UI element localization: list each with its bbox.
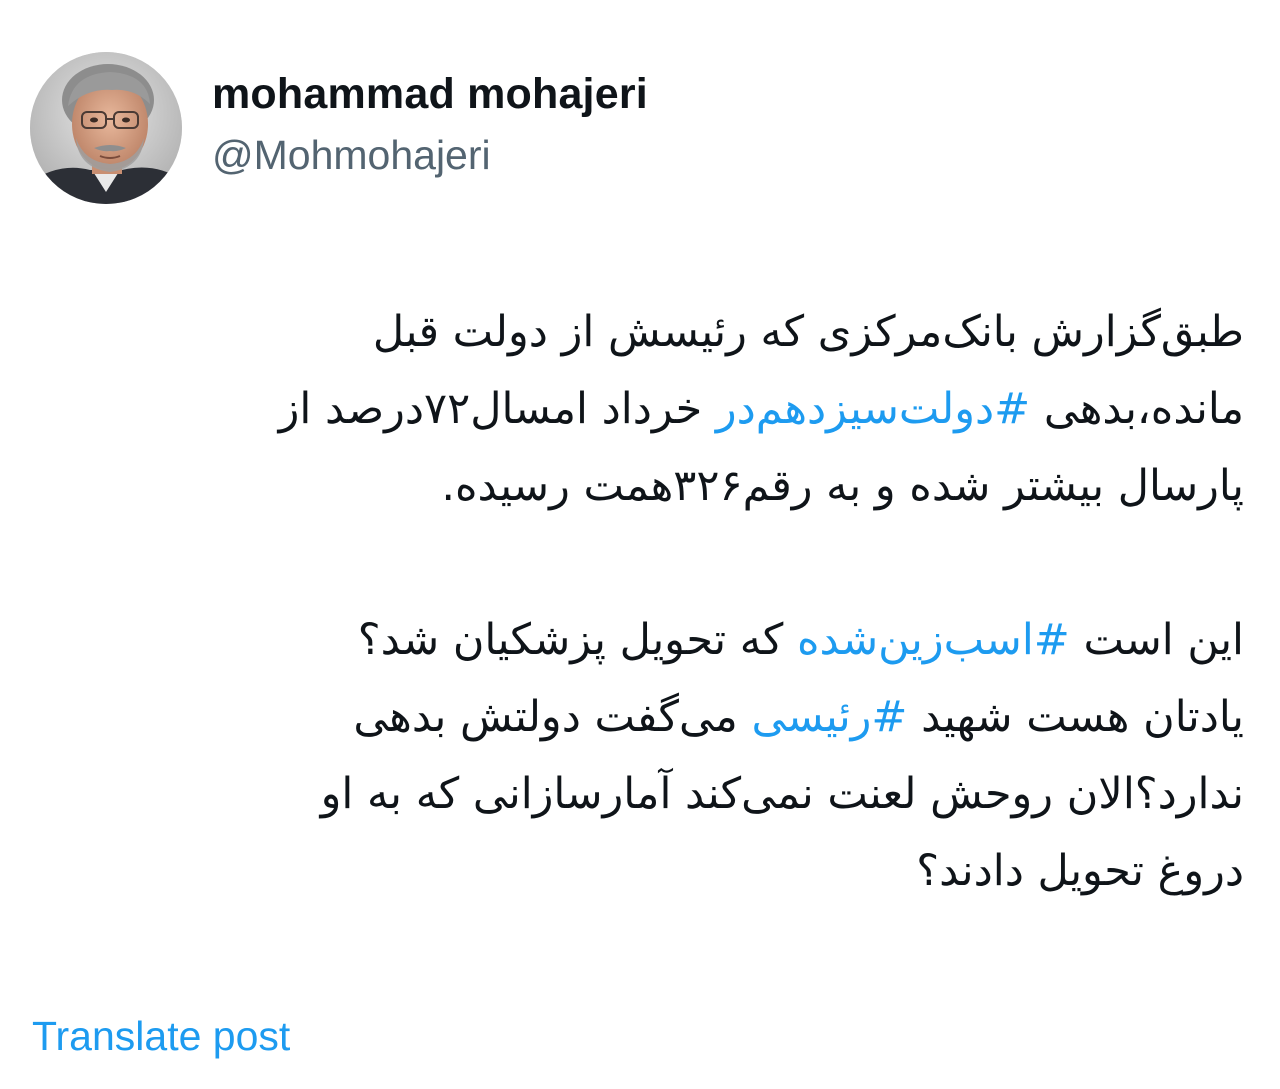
text-segment: طبق‌گزارش بانک‌مرکزی که رئیسش از دولت قب…: [372, 307, 1244, 357]
text-segment: یادتان هست شهید: [907, 692, 1244, 742]
hashtag-link[interactable]: #اسب‌زین‌شده: [797, 615, 1070, 665]
author-names: mohammad mohajeri @Mohmohajeri: [212, 65, 648, 183]
text-segment: این است: [1069, 615, 1244, 665]
tweet-paragraph-2: این است #اسب‌زین‌شده که تحویل پزشکیان شد…: [20, 602, 1244, 910]
hashtag-link[interactable]: #رئیسی: [752, 692, 908, 742]
profile-photo-icon: [30, 52, 182, 204]
avatar[interactable]: [30, 52, 182, 204]
text-segment: خرداد امسال۷۲درصد از: [278, 384, 716, 434]
hashtag-link[interactable]: #دولت‌سیزدهم‌در: [716, 384, 1030, 434]
text-segment: می‌گفت دولتش بدهی: [353, 692, 752, 742]
text-line: طبق‌گزارش بانک‌مرکزی که رئیسش از دولت قب…: [20, 294, 1244, 371]
text-line: ندارد؟الان روحش لعنت نمی‌کند آمارسازانی …: [20, 756, 1244, 833]
text-segment: پارسال بیشتر شده و به رقم۳۲۶همت رسیده.: [441, 461, 1244, 511]
text-segment: مانده،بدهی: [1030, 384, 1244, 434]
tweet-text: طبق‌گزارش بانک‌مرکزی که رئیسش از دولت قب…: [20, 294, 1244, 910]
text-line: مانده،بدهی #دولت‌سیزدهم‌در خرداد امسال۷۲…: [20, 371, 1244, 448]
text-line: دروغ تحویل دادند؟: [20, 833, 1244, 910]
text-line: یادتان هست شهید #رئیسی می‌گفت دولتش بدهی: [20, 679, 1244, 756]
tweet-paragraph-1: طبق‌گزارش بانک‌مرکزی که رئیسش از دولت قب…: [20, 294, 1244, 525]
text-line: پارسال بیشتر شده و به رقم۳۲۶همت رسیده.: [20, 448, 1244, 525]
text-line: این است #اسب‌زین‌شده که تحویل پزشکیان شد…: [20, 602, 1244, 679]
tweet-header: mohammad mohajeri @Mohmohajeri: [30, 52, 648, 204]
text-segment: که تحویل پزشکیان شد؟: [357, 615, 797, 665]
text-segment: ندارد؟الان روحش لعنت نمی‌کند آمارسازانی …: [320, 769, 1244, 819]
text-segment: دروغ تحویل دادند؟: [916, 846, 1244, 896]
author-handle[interactable]: @Mohmohajeri: [212, 127, 648, 183]
tweet-card: mohammad mohajeri @Mohmohajeri طبق‌گزارش…: [0, 0, 1280, 1089]
translate-post-link[interactable]: Translate post: [32, 1008, 290, 1064]
author-display-name[interactable]: mohammad mohajeri: [212, 65, 648, 123]
